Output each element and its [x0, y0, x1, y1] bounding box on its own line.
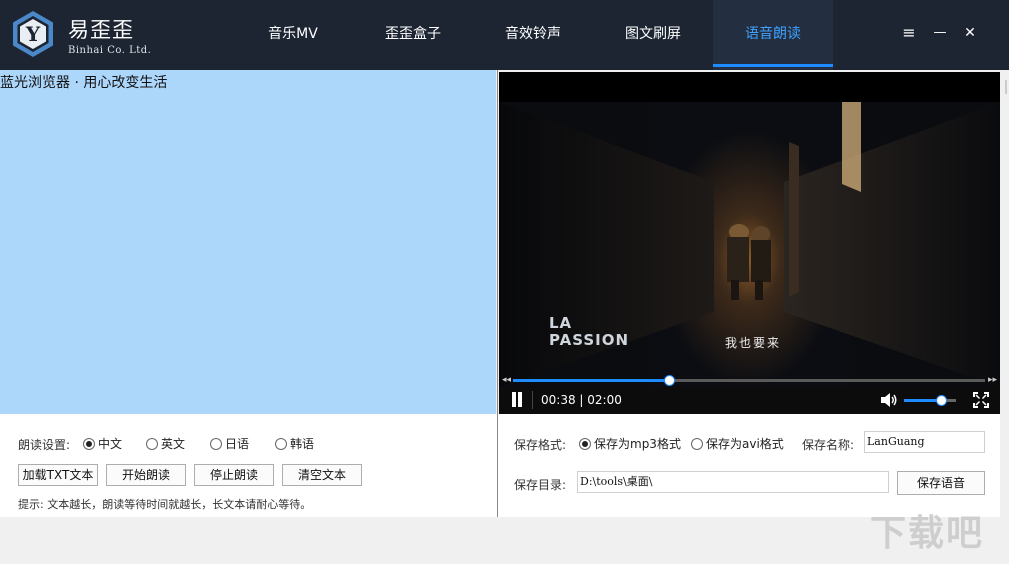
title-bar: Y 易歪歪 Binhai Co. Ltd. 音乐MV 歪歪盒子 音效铃声 图文刷…: [0, 0, 1009, 70]
video-overlay-title: LA PASSION: [549, 315, 629, 349]
seek-track[interactable]: [513, 375, 985, 386]
lang-radio-english[interactable]: 英文: [146, 435, 185, 452]
format-label-avi: 保存为avi格式: [706, 437, 784, 451]
start-read-button[interactable]: 开始朗读: [106, 464, 186, 486]
save-dir-label: 保存目录:: [514, 478, 567, 492]
radio-dot: [275, 437, 287, 450]
volume-slider[interactable]: [904, 395, 956, 406]
tab-voice-reading[interactable]: 语音朗读: [713, 0, 833, 70]
fullscreen-icon[interactable]: [973, 392, 989, 408]
tab-sound-ringtones[interactable]: 音效铃声: [473, 0, 593, 70]
radio-dot: [579, 437, 591, 450]
radio-dot: [691, 437, 703, 450]
window-edge: [1000, 70, 1009, 517]
brand-name: 易歪歪: [68, 18, 134, 42]
volume-handle[interactable]: [936, 395, 948, 406]
overlay-title-line-1: LA: [549, 314, 573, 332]
save-dir-field[interactable]: D:\tools\桌面\: [577, 471, 889, 493]
app-logo-icon: Y: [13, 11, 53, 57]
seek-bar[interactable]: ◂◂ ▸▸: [499, 373, 1000, 387]
seek-handle[interactable]: [663, 375, 675, 386]
video-subtitle: 我也要来: [725, 336, 782, 350]
logo-letter: Y: [25, 22, 41, 46]
menu-icon[interactable]: ≡: [898, 22, 920, 44]
lang-radio-korean[interactable]: 韩语: [275, 435, 314, 452]
radio-dot: [83, 437, 95, 450]
brand-subtitle: Binhai Co. Ltd.: [68, 45, 152, 56]
text-content: 蓝光浏览器 · 用心改变生活: [0, 75, 168, 91]
save-panel: 保存格式: 保存为mp3格式 保存为avi格式 保存名称: LanGuang 保…: [498, 414, 1000, 517]
volume-icon[interactable]: [879, 391, 897, 409]
tab-image-text-spam[interactable]: 图文刷屏: [593, 0, 713, 70]
overlay-title-line-2: PASSION: [549, 331, 630, 349]
save-name-label: 保存名称:: [802, 438, 855, 452]
lang-radio-japanese[interactable]: 日语: [210, 435, 249, 452]
radio-dot: [146, 437, 158, 450]
hint-text: 提示: 文本越长，朗读等待时间就越长，长文本请耐心等待。: [18, 498, 312, 511]
fast-forward-icon[interactable]: ▸▸: [988, 375, 997, 385]
save-format-label: 保存格式:: [514, 438, 567, 452]
time-display: 00:38 | 02:00: [541, 393, 622, 407]
watermark-logo: 下载吧: [870, 513, 985, 554]
format-radio-avi[interactable]: 保存为avi格式: [691, 435, 784, 452]
rewind-icon[interactable]: ◂◂: [502, 375, 511, 385]
close-icon[interactable]: ✕: [959, 22, 981, 44]
scrollbar-thumb[interactable]: [1005, 80, 1007, 94]
text-input-area[interactable]: 蓝光浏览器 · 用心改变生活: [0, 70, 496, 414]
seek-progress: [513, 379, 669, 382]
load-txt-button[interactable]: 加载TXT文本: [18, 464, 98, 486]
lang-label-japanese: 日语: [225, 437, 250, 451]
save-name-field[interactable]: LanGuang: [864, 431, 985, 453]
format-radio-mp3[interactable]: 保存为mp3格式: [579, 435, 681, 452]
radio-dot: [210, 437, 222, 450]
stop-read-button[interactable]: 停止朗读: [194, 464, 274, 486]
controls-separator: [532, 391, 533, 409]
read-settings-panel: 朗读设置: 中文 英文 日语 韩语 加载TXT文本 开始朗读 停止朗读 清空文本…: [0, 414, 497, 517]
read-settings-label: 朗读设置:: [18, 438, 71, 452]
save-voice-button[interactable]: 保存语音: [897, 471, 985, 495]
lang-label-english: 英文: [161, 437, 186, 451]
tab-music-mv[interactable]: 音乐MV: [233, 0, 353, 70]
minimize-icon[interactable]: —: [929, 22, 951, 44]
format-label-mp3: 保存为mp3格式: [594, 437, 681, 451]
tab-waiwai-box[interactable]: 歪歪盒子: [353, 0, 473, 70]
video-player[interactable]: LA PASSION 我也要来 ◂◂ ▸▸ 00:38 | 02:00: [499, 72, 1000, 414]
status-area: [0, 517, 1009, 564]
clear-text-button[interactable]: 清空文本: [282, 464, 362, 486]
lang-label-korean: 韩语: [290, 437, 315, 451]
player-controls: 00:38 | 02:00: [499, 387, 1000, 414]
lang-label-chinese: 中文: [98, 437, 123, 451]
lang-radio-chinese[interactable]: 中文: [83, 435, 122, 452]
pause-button[interactable]: [509, 391, 525, 409]
